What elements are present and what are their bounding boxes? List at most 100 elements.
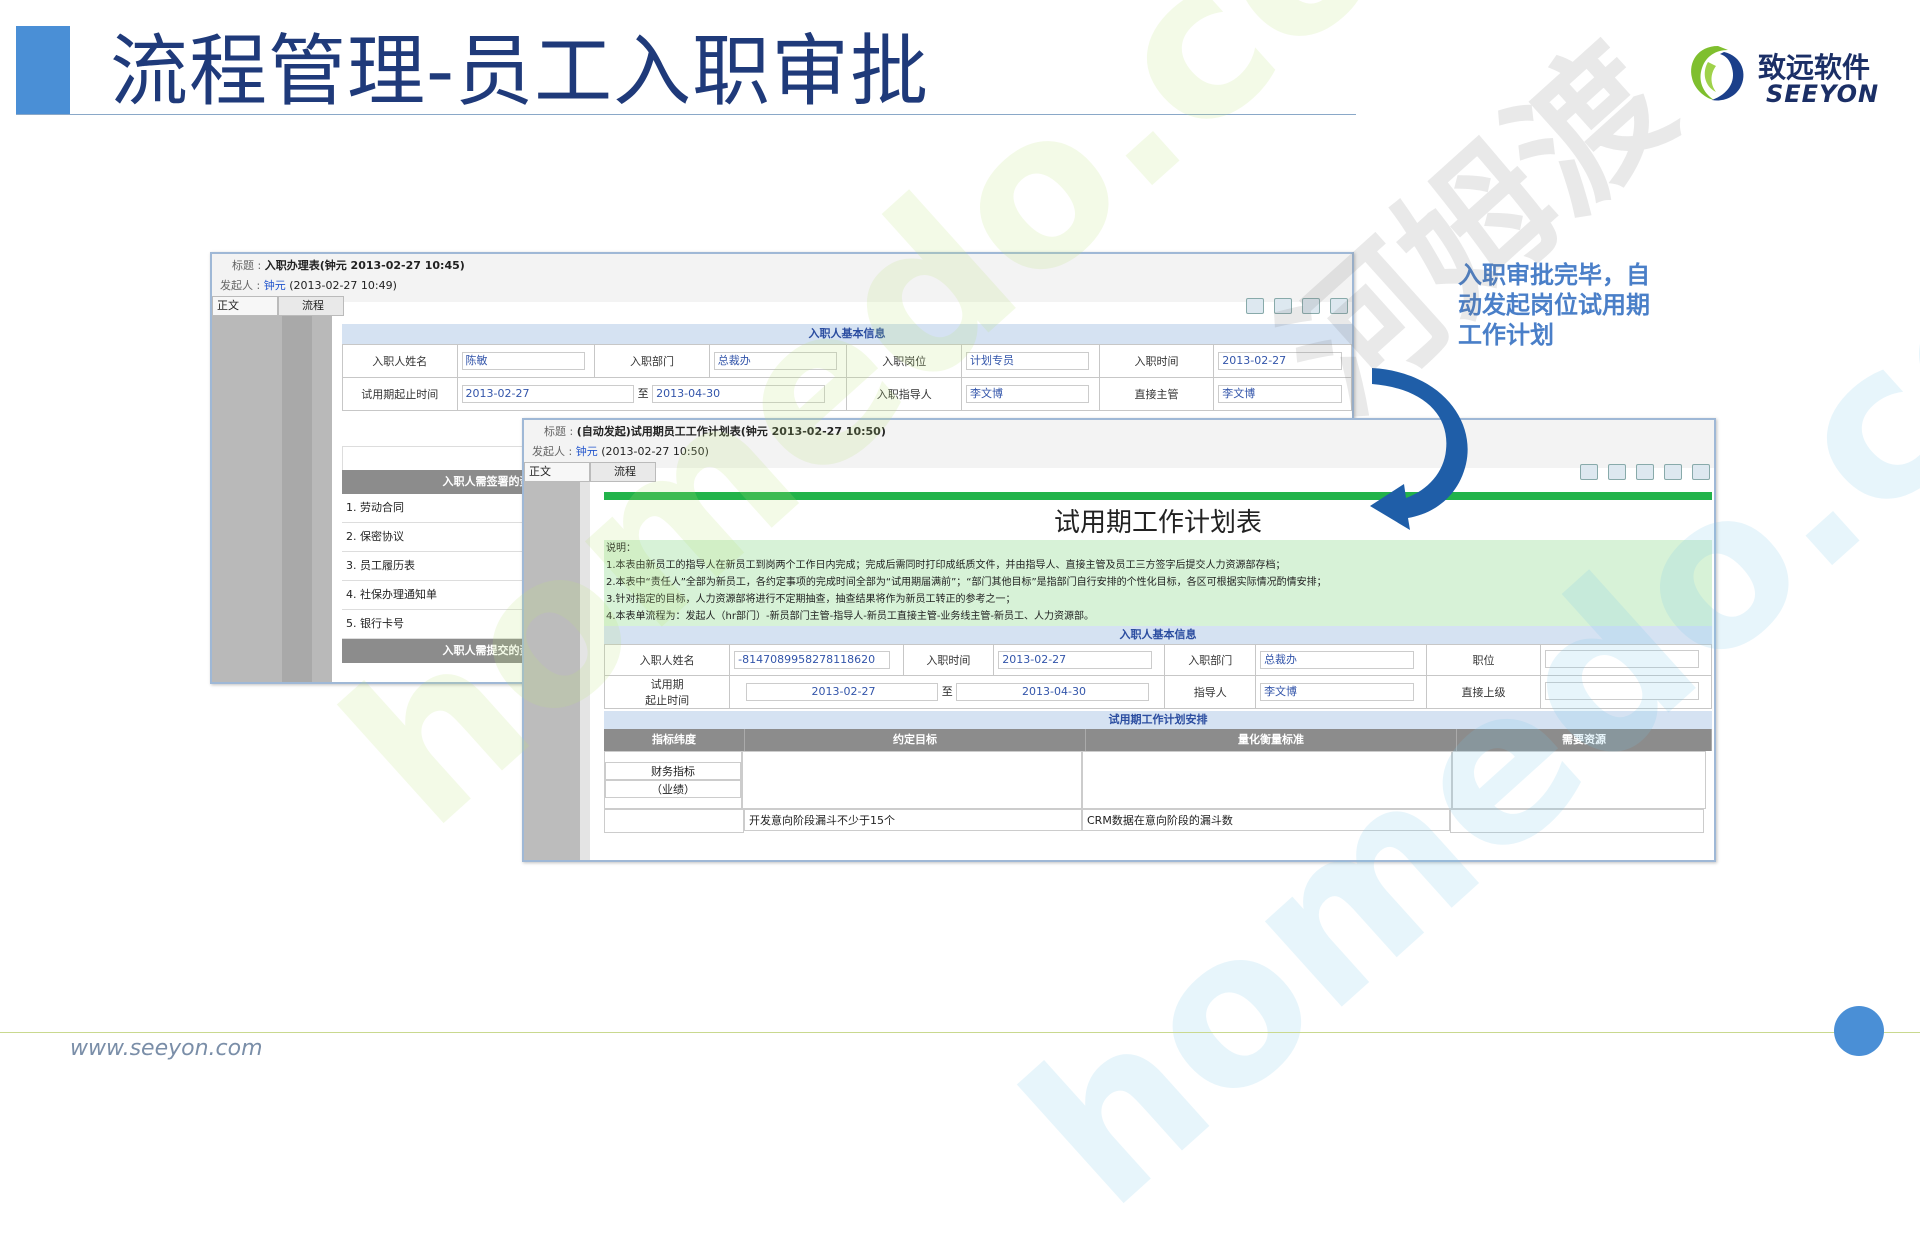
- column-header: 需要资源: [1457, 729, 1712, 751]
- form-title: 试用期工作计划表: [1053, 508, 1262, 538]
- post-label: 职位: [1426, 644, 1541, 676]
- date-field[interactable]: 2013-02-27: [1218, 352, 1342, 370]
- plan-row: 开发意向阶段漏斗不少于15个 CRM数据在意向阶段的漏斗数: [604, 809, 1712, 833]
- view-icon[interactable]: [1580, 464, 1598, 480]
- dept-field[interactable]: 总裁办: [713, 352, 838, 370]
- post-field[interactable]: [1544, 649, 1700, 668]
- sender-name-link[interactable]: 钟元: [576, 445, 598, 458]
- tab-flow[interactable]: 流程: [278, 296, 344, 316]
- plan-form: 入职人基本信息 入职人姓名 -8147089958278118620 入职时间 …: [603, 626, 1713, 833]
- boss-field[interactable]: 李文博: [1218, 385, 1342, 403]
- column-header: 量化衡量标准: [1086, 729, 1457, 751]
- logo-english-text: SEEYON: [1766, 80, 1880, 108]
- basic-info-table: 入职人姓名 陈敏 入职部门 总裁办 入职岗位 计划专员 入职时间 2013-02…: [342, 344, 1352, 411]
- period-label-line2: 起止时间: [645, 694, 690, 707]
- footer-divider: [0, 1032, 1920, 1033]
- sender-time: (2013-02-27 10:50): [601, 445, 709, 458]
- subject-value: (自动发起)试用期员工工作计划表(钟元 2013-02-27 10:50): [576, 425, 886, 438]
- window-header: 标题 : (自动发起)试用期员工工作计划表(钟元 2013-02-27 10:5…: [524, 420, 1714, 468]
- date-field[interactable]: 2013-02-27: [998, 651, 1153, 669]
- subject-label: 标题: [544, 425, 566, 438]
- table-row: 入职人姓名 -8147089958278118620 入职时间 2013-02-…: [603, 644, 1713, 676]
- tab-body[interactable]: 正文: [212, 296, 278, 316]
- goal-textarea[interactable]: [742, 751, 1082, 809]
- curved-arrow-icon: [1370, 368, 1468, 530]
- column-header: 约定目标: [745, 729, 1086, 751]
- subject-line: 标题 : (自动发起)试用期员工工作计划表(钟元 2013-02-27 10:5…: [544, 425, 886, 438]
- boss-label: 直接上级: [1426, 675, 1541, 709]
- instructions-label: 说明：: [606, 543, 636, 554]
- period-start-field[interactable]: 2013-02-27: [461, 385, 635, 403]
- resource-textarea[interactable]: [1452, 751, 1706, 809]
- basic-info-table: 入职人姓名 -8147089958278118620 入职时间 2013-02-…: [603, 644, 1713, 709]
- post-field[interactable]: 计划专员: [966, 352, 1090, 370]
- left-panel: [212, 316, 332, 682]
- sender-line: 发起人 : 钟元 (2013-02-27 10:49): [220, 279, 397, 292]
- dimension-line2: （业绩）: [605, 780, 741, 798]
- toolbar: [1580, 464, 1710, 480]
- period-end-field[interactable]: 2013-04-30: [956, 683, 1149, 701]
- export-icon[interactable]: [1302, 298, 1320, 314]
- attach-icon[interactable]: [1664, 464, 1682, 480]
- section-header: 入职人基本信息: [604, 626, 1712, 644]
- sender-label: 发起人: [532, 445, 565, 458]
- table-row: 入职人姓名 陈敏 入职部门 总裁办 入职岗位 计划专员 入职时间 2013-02…: [342, 344, 1352, 378]
- subject-label: 标题: [232, 259, 254, 272]
- mentor-field[interactable]: 李文博: [1260, 683, 1415, 701]
- left-panel-inner: [580, 482, 590, 860]
- dept-field[interactable]: 总裁办: [1260, 651, 1415, 669]
- sender-line: 发起人 : 钟元 (2013-02-27 10:50): [532, 445, 709, 458]
- plan-row: 财务指标 （业绩）: [604, 751, 1712, 809]
- sender-name-link[interactable]: 钟元: [264, 279, 286, 292]
- resource-cell: [1450, 809, 1704, 833]
- tab-bar: 正文 流程: [524, 462, 656, 482]
- measure-cell: CRM数据在意向阶段的漏斗数: [1082, 809, 1450, 831]
- dept-label: 入职部门: [1164, 644, 1257, 676]
- mentor-field[interactable]: 李文博: [966, 385, 1090, 403]
- attach-icon[interactable]: [1330, 298, 1348, 314]
- dimension-cell: 财务指标 （业绩）: [604, 751, 742, 809]
- name-label: 入职人姓名: [342, 344, 458, 378]
- period-label: 试用期起止时间: [342, 377, 458, 411]
- boss-field[interactable]: [1544, 681, 1700, 700]
- table-row: 试用期 起止时间 2013-02-27 至 2013-04-30 指导人 李文博…: [603, 675, 1713, 709]
- sender-label: 发起人: [220, 279, 253, 292]
- save-icon[interactable]: [1692, 464, 1710, 480]
- period-start-field[interactable]: 2013-02-27: [745, 683, 939, 701]
- slide-title: 流程管理-员工入职审批: [110, 27, 930, 117]
- instruction-line: 1.本表由新员工的指导人在新员工到岗两个工作日内完成；完成后需同时打印成纸质文件…: [606, 560, 1286, 571]
- instruction-line: 3.针对指定的目标，人力资源部将进行不定期抽查，抽查结果将作为新员工转正的参考之…: [606, 594, 1016, 605]
- table-row: 试用期起止时间 2013-02-27 至 2013-04-30 入职指导人 李文…: [342, 377, 1352, 411]
- view-icon[interactable]: [1246, 298, 1264, 314]
- tab-body[interactable]: 正文: [524, 462, 590, 482]
- callout-text: 入职审批完毕，自动发起岗位试用期工作计划: [1458, 261, 1650, 349]
- dimension-line1: 财务指标: [605, 762, 741, 780]
- name-label: 入职人姓名: [603, 644, 731, 676]
- period-label-line1: 试用期: [650, 678, 684, 691]
- page-indicator-dot: [1834, 1006, 1884, 1056]
- title-accent-bar: [16, 26, 70, 114]
- boss-label: 直接主管: [1098, 377, 1215, 411]
- subject-value: 入职办理表(钟元 2013-02-27 10:45): [264, 259, 465, 272]
- name-field[interactable]: 陈敏: [461, 352, 585, 370]
- date-label: 入职时间: [902, 644, 995, 676]
- title-divider: [16, 114, 1356, 115]
- print-icon[interactable]: [1608, 464, 1626, 480]
- instructions: 说明： 1.本表由新员工的指导人在新员工到岗两个工作日内完成；完成后需同时打印成…: [604, 540, 1712, 630]
- name-field[interactable]: -8147089958278118620: [734, 651, 891, 669]
- date-label: 入职时间: [1098, 344, 1215, 378]
- period-end-field[interactable]: 2013-04-30: [652, 385, 825, 403]
- mentor-label: 指导人: [1164, 675, 1257, 709]
- window-header: 标题 : 入职办理表(钟元 2013-02-27 10:45) 发起人 : 钟元…: [212, 254, 1352, 302]
- tab-bar: 正文 流程: [212, 296, 344, 316]
- export-icon[interactable]: [1636, 464, 1654, 480]
- measure-textarea[interactable]: [1082, 751, 1452, 809]
- instruction-line: 4.本表单流程为：发起人（hr部门）-新员部门主管-指导人-新员工直接主管-业务…: [606, 611, 1095, 622]
- print-icon[interactable]: [1274, 298, 1292, 314]
- sender-time: (2013-02-27 10:49): [289, 279, 397, 292]
- seeyon-logo-icon: [1691, 46, 1744, 101]
- seeyon-logo: 致远软件 SEEYON: [1684, 42, 1884, 112]
- period-to-text: 至: [941, 685, 953, 698]
- onboarding-basic-info: 入职人基本信息 入职人姓名 陈敏 入职部门 总裁办 入职岗位 计划专员 入职时间…: [342, 324, 1352, 411]
- tab-flow[interactable]: 流程: [590, 462, 656, 482]
